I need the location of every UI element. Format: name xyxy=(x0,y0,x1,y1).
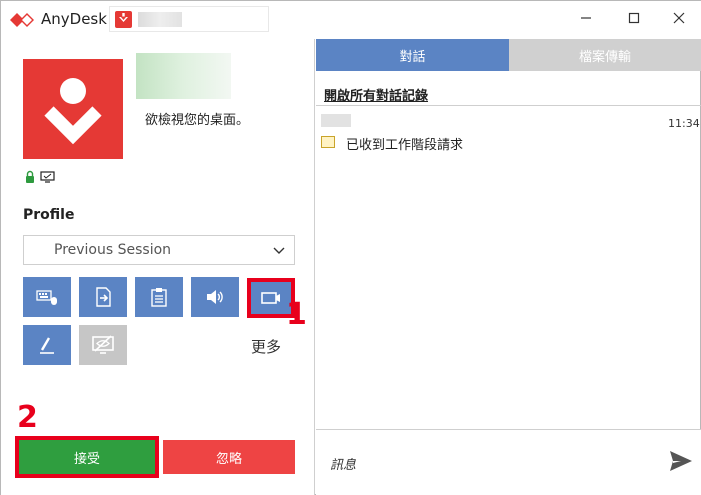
pen-icon xyxy=(40,337,54,354)
monitor-icon xyxy=(40,171,55,183)
tab-file-transfer[interactable]: 檔案傳輸 xyxy=(509,39,701,71)
close-icon xyxy=(673,12,685,24)
minimize-icon xyxy=(581,17,591,19)
blurred-chat-sender xyxy=(321,114,351,127)
file-transfer-icon xyxy=(96,287,111,307)
anydesk-window: AnyDesk 欲檢視您的桌面。 Profile Previous Sessio… xyxy=(0,0,701,495)
permission-privacy-button[interactable] xyxy=(79,325,127,365)
keyboard-mouse-icon xyxy=(36,290,57,305)
annotation-number-1: 1 xyxy=(286,297,307,332)
request-message: 欲檢視您的桌面。 xyxy=(145,113,250,128)
title-bar: AnyDesk xyxy=(1,1,701,39)
maximize-icon xyxy=(628,12,640,24)
clipboard-icon xyxy=(151,288,167,307)
anydesk-tab-icon xyxy=(115,11,132,28)
profile-select[interactable]: Previous Session xyxy=(23,235,295,265)
permission-keyboard-mouse-button[interactable] xyxy=(23,277,71,317)
lock-icon xyxy=(26,170,34,183)
profile-select-value: Previous Session xyxy=(54,242,172,258)
session-tab[interactable] xyxy=(109,6,269,32)
permission-pen-button[interactable] xyxy=(23,325,71,365)
screen-privacy-icon xyxy=(92,335,114,354)
more-button[interactable]: 更多 xyxy=(251,336,281,357)
app-title: AnyDesk xyxy=(41,10,107,28)
dismiss-button[interactable]: 忽略 xyxy=(163,440,295,474)
chat-timestamp: 11:34 xyxy=(668,117,700,130)
permission-sound-button[interactable] xyxy=(191,277,239,317)
message-input[interactable]: 訊息 xyxy=(330,454,356,473)
close-button[interactable] xyxy=(668,9,690,29)
anydesk-logo-icon xyxy=(10,13,34,27)
status-icons xyxy=(25,169,65,188)
minimize-button[interactable] xyxy=(575,9,597,29)
avatar xyxy=(23,59,123,159)
open-chat-history-link[interactable]: 開啟所有對話記錄 xyxy=(324,85,428,104)
message-bar: 訊息 xyxy=(316,429,701,495)
history-divider xyxy=(316,105,701,106)
highlight-box-2 xyxy=(15,436,159,478)
right-tabs: 對話 檔案傳輸 xyxy=(316,39,701,71)
tab-chat[interactable]: 對話 xyxy=(316,39,509,71)
maximize-button[interactable] xyxy=(623,9,645,29)
chat-message: 已收到工作階段請求 xyxy=(346,138,464,153)
sound-icon xyxy=(207,290,223,304)
chevron-down-icon xyxy=(273,247,285,254)
request-panel: 欲檢視您的桌面。 Profile Previous Session 1 更多 2… xyxy=(1,39,315,495)
blurred-user-name xyxy=(136,53,231,99)
profile-label: Profile xyxy=(23,207,75,223)
permission-file-transfer-button[interactable] xyxy=(79,277,127,317)
permission-clipboard-button[interactable] xyxy=(135,277,183,317)
annotation-number-2: 2 xyxy=(17,400,38,435)
anydesk-avatar-icon xyxy=(44,78,102,145)
send-icon[interactable] xyxy=(669,450,693,472)
blurred-session-id xyxy=(138,12,182,27)
session-request-icon xyxy=(321,136,335,148)
